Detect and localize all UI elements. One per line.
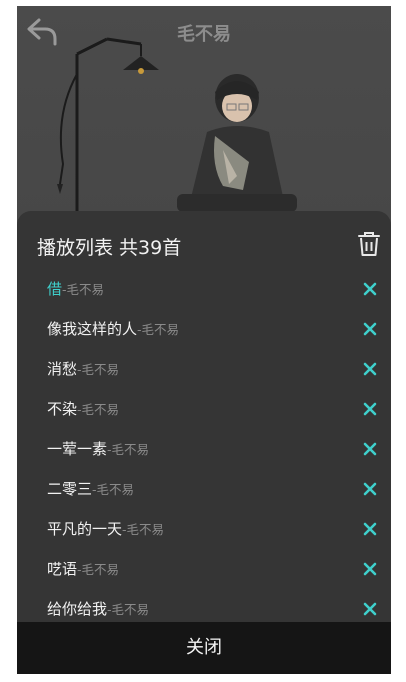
close-x-icon[interactable]	[363, 402, 377, 416]
song-title: 借	[47, 280, 63, 298]
playlist-list: 借-毛不易 像我这样的人-毛不易 消愁-毛不易 不染-毛不易 一荤一素-毛不易 …	[17, 269, 391, 629]
close-button[interactable]: 关闭	[17, 622, 391, 674]
app-screen: 毛不易 播放列表 共39首 借-毛不易 像我这样的人-毛不易 消愁-毛不易 不染…	[17, 6, 391, 674]
song-title: 给你给我	[47, 600, 108, 618]
close-x-icon[interactable]	[363, 442, 377, 456]
song-artist: -毛不易	[77, 402, 120, 417]
playlist-item[interactable]: 平凡的一天-毛不易	[17, 509, 391, 549]
now-playing-background: 毛不易	[17, 6, 391, 221]
song-title: 二零三	[47, 480, 93, 498]
song-title: 消愁	[47, 360, 78, 378]
song-title: 呓语	[47, 560, 78, 578]
page-title: 毛不易	[177, 24, 231, 45]
floor-lamp-image	[57, 37, 159, 216]
close-x-icon[interactable]	[363, 602, 377, 616]
song-title: 像我这样的人	[47, 320, 138, 338]
playlist-item[interactable]: 呓语-毛不易	[17, 549, 391, 589]
close-x-icon[interactable]	[363, 322, 377, 336]
close-x-icon[interactable]	[363, 482, 377, 496]
song-artist: -毛不易	[77, 362, 120, 377]
song-artist: -毛不易	[77, 562, 120, 577]
playlist-item[interactable]: 一荤一素-毛不易	[17, 429, 391, 469]
close-x-icon[interactable]	[363, 282, 377, 296]
song-artist: -毛不易	[122, 522, 165, 537]
playlist-panel: 播放列表 共39首 借-毛不易 像我这样的人-毛不易 消愁-毛不易 不染-毛不易…	[17, 211, 391, 674]
close-x-icon[interactable]	[363, 362, 377, 376]
song-title: 不染	[47, 400, 78, 418]
song-artist: -毛不易	[92, 482, 135, 497]
song-artist: -毛不易	[137, 322, 180, 337]
playlist-item[interactable]: 借-毛不易	[17, 269, 391, 309]
song-artist: -毛不易	[107, 442, 150, 457]
close-x-icon[interactable]	[363, 562, 377, 576]
playlist-item[interactable]: 像我这样的人-毛不易	[17, 309, 391, 349]
singer-photo	[177, 74, 297, 212]
close-x-icon[interactable]	[363, 522, 377, 536]
trash-icon[interactable]	[357, 231, 381, 257]
song-artist: -毛不易	[107, 602, 150, 617]
playlist-header: 播放列表 共39首	[37, 229, 381, 259]
song-artist: -毛不易	[62, 282, 105, 297]
playlist-item[interactable]: 不染-毛不易	[17, 389, 391, 429]
playlist-title: 播放列表 共39首	[37, 237, 182, 259]
playlist-item[interactable]: 消愁-毛不易	[17, 349, 391, 389]
song-title: 平凡的一天	[47, 520, 123, 538]
playlist-item[interactable]: 二零三-毛不易	[17, 469, 391, 509]
song-title: 一荤一素	[47, 440, 108, 458]
